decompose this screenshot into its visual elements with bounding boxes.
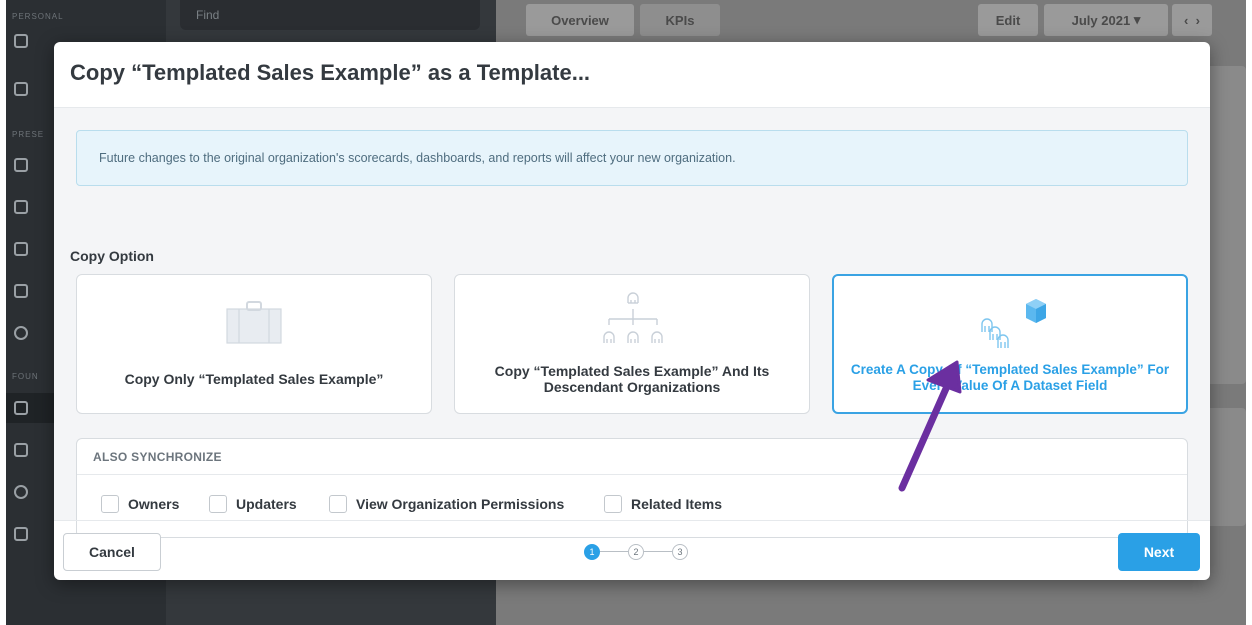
chevron-down-icon: ▾ xyxy=(1133,12,1141,27)
checkbox-label: Related Items xyxy=(631,496,723,512)
period-nav[interactable]: ‹ › xyxy=(1172,4,1212,36)
dashboard-icon[interactable] xyxy=(14,242,28,256)
updaters-checkbox[interactable]: Updaters xyxy=(209,495,297,513)
cube-icon[interactable] xyxy=(14,485,28,499)
copy-option-label-text: Copy “Templated Sales Example” And Its D… xyxy=(494,363,770,395)
user-icon[interactable] xyxy=(14,34,28,48)
checkbox-box[interactable] xyxy=(209,495,227,513)
step-3: 3 xyxy=(672,544,688,560)
dataset-copy-icon xyxy=(981,299,1046,348)
dialog-title: Copy “Templated Sales Example” as a Temp… xyxy=(70,60,591,85)
checkbox-box[interactable] xyxy=(329,495,347,513)
tab-kpis[interactable]: KPIs xyxy=(640,4,720,36)
next-button[interactable]: Next xyxy=(1118,533,1200,571)
info-banner: Future changes to the original organizat… xyxy=(76,130,1188,186)
check-icon[interactable] xyxy=(14,443,28,457)
dialog-header: Copy “Templated Sales Example” as a Temp… xyxy=(54,42,1210,108)
cancel-button[interactable]: Cancel xyxy=(63,533,161,571)
view-org-permissions-checkbox[interactable]: View Organization Permissions xyxy=(329,495,564,513)
checkbox-label: Updaters xyxy=(236,496,297,512)
step-connector xyxy=(600,551,628,552)
info-text: Future changes to the original organizat… xyxy=(99,151,736,165)
copy-option-card-dataset[interactable]: Create A Copy Of “Templated Sales Exampl… xyxy=(832,274,1188,414)
step-indicator: 1 2 3 xyxy=(584,544,704,560)
also-synchronize-label: ALSO SYNCHRONIZE xyxy=(93,450,222,464)
copy-option-card-descendants[interactable]: Copy “Templated Sales Example” And Its D… xyxy=(454,274,810,414)
step-1: 1 xyxy=(584,544,600,560)
dialog-body: Future changes to the original organizat… xyxy=(54,108,1210,538)
related-items-checkbox[interactable]: Related Items xyxy=(604,495,722,513)
book-icon[interactable] xyxy=(14,158,28,172)
scorecard-icon[interactable] xyxy=(14,200,28,214)
checkbox-label: Owners xyxy=(128,496,180,512)
search-input[interactable]: Find xyxy=(180,0,480,30)
copy-option-label-text: Create A Copy Of “Templated Sales Exampl… xyxy=(850,362,1170,393)
copy-option-label-text: Copy Only “Templated Sales Example” xyxy=(124,371,384,387)
report-icon[interactable] xyxy=(14,284,28,298)
owners-checkbox[interactable]: Owners xyxy=(101,495,179,513)
star-icon[interactable] xyxy=(14,82,28,96)
chevron-left-icon[interactable]: ‹ xyxy=(1184,13,1188,28)
tab-overview[interactable]: Overview xyxy=(526,4,634,36)
date-label: July 2021 xyxy=(1071,12,1131,28)
chart-icon[interactable] xyxy=(14,326,28,340)
dialog-footer: Cancel 1 2 3 Next xyxy=(54,520,1210,580)
step-2: 2 xyxy=(628,544,644,560)
sidebar-section-label: FOUN xyxy=(12,372,39,381)
document-icon[interactable] xyxy=(14,527,28,541)
edit-button[interactable]: Edit xyxy=(978,4,1038,36)
copy-option-card-only[interactable]: Copy Only “Templated Sales Example” xyxy=(76,274,432,414)
checkbox-box[interactable] xyxy=(101,495,119,513)
step-connector xyxy=(644,551,672,552)
checkbox-label: View Organization Permissions xyxy=(356,496,565,512)
copy-template-dialog: Copy “Templated Sales Example” as a Temp… xyxy=(54,42,1210,580)
briefcase-icon xyxy=(226,301,282,344)
chevron-right-icon[interactable]: › xyxy=(1196,13,1200,28)
org-tree-icon xyxy=(603,292,663,343)
search-placeholder: Find xyxy=(196,8,220,22)
sidebar-section-label: PRESE xyxy=(12,130,45,139)
also-synchronize-header: ALSO SYNCHRONIZE xyxy=(77,439,1187,475)
sidebar-section-label: PERSONAL xyxy=(12,12,64,21)
date-picker[interactable]: July 2021 ▾ xyxy=(1044,4,1168,36)
grid-icon[interactable] xyxy=(14,401,28,415)
checkbox-box[interactable] xyxy=(604,495,622,513)
copy-option-label: Copy Option xyxy=(70,248,154,264)
